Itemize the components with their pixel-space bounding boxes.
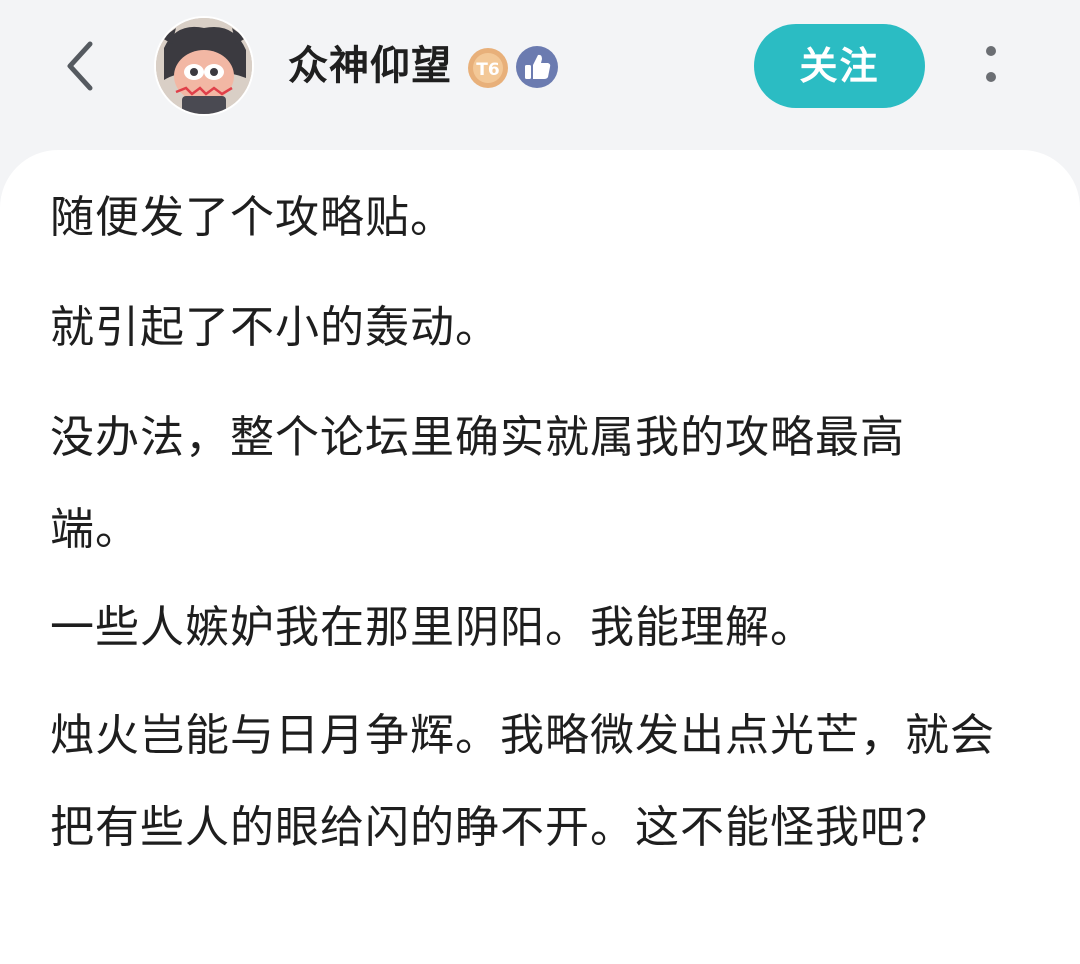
level-badge: T6 — [466, 46, 510, 90]
header-bar: 众神仰望 T6 关注 — [0, 0, 1080, 150]
username[interactable]: 众神仰望 — [288, 38, 452, 94]
post-paragraph: 没办法，整个论坛里确实就属我的攻略最高端。 — [50, 412, 905, 555]
post-paragraph: 烛火岂能与日月争辉。我略微发出点光芒，就会把有些人的眼给闪的睁不开。这不能怪我吧… — [50, 710, 995, 853]
post-paragraph: 就引起了不小的轰动。 — [50, 302, 500, 353]
more-vertical-icon — [986, 46, 996, 82]
more-button[interactable] — [976, 42, 1006, 90]
avatar[interactable] — [156, 18, 252, 114]
follow-button[interactable]: 关注 — [754, 24, 925, 108]
back-button[interactable] — [54, 36, 110, 96]
avatar-image — [156, 18, 252, 114]
level-badge-icon: T6 — [468, 48, 508, 88]
post-paragraph: 一些人嫉妒我在那里阴阳。我能理解。 — [50, 602, 815, 653]
thumbs-up-icon — [516, 46, 558, 88]
level-badge-text: T6 — [476, 60, 499, 80]
post-paragraph: 随便发了个攻略贴。 — [50, 192, 455, 243]
post-detail-page: 众神仰望 T6 关注 随便发了个攻略贴。 就引起了不小的轰动。 没办法，整个论坛… — [0, 0, 1080, 964]
chevron-left-icon — [67, 41, 93, 91]
like-badge — [514, 44, 560, 90]
